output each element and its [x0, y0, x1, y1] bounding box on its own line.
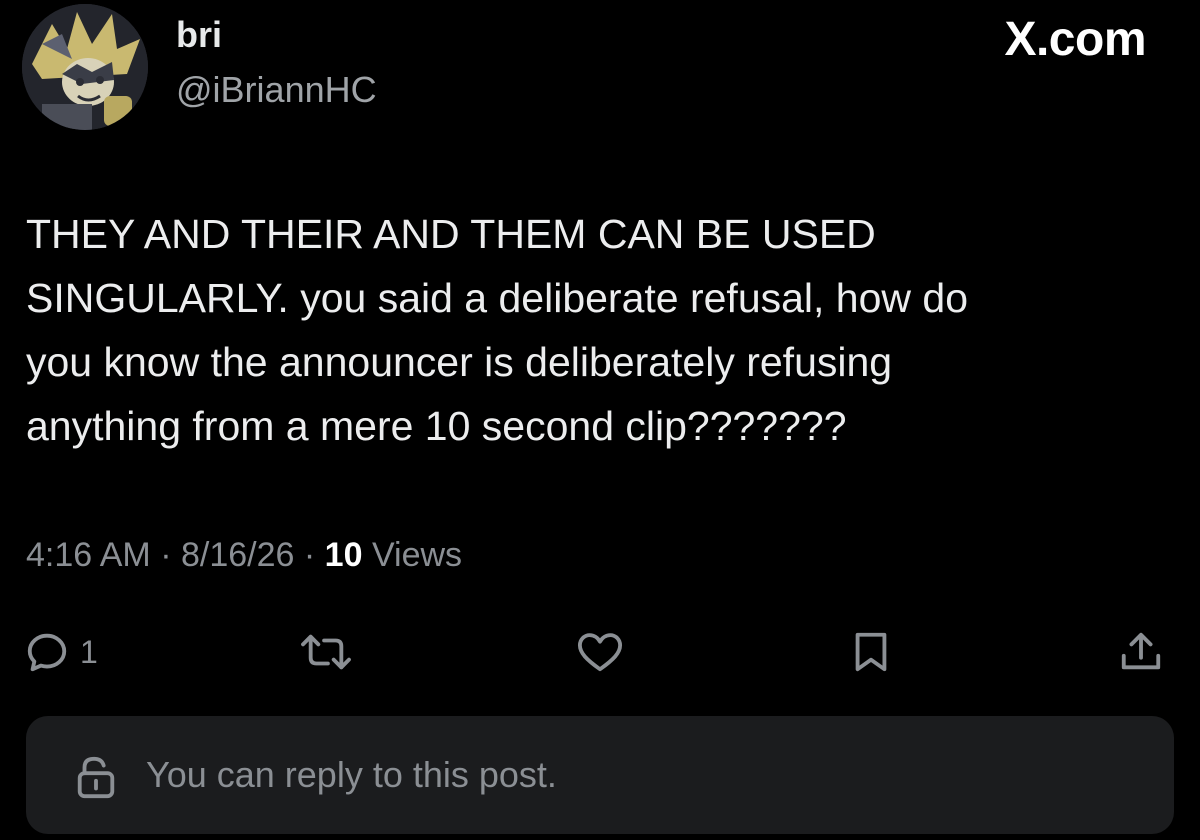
repost-icon	[301, 634, 351, 670]
share-icon	[1121, 632, 1161, 670]
post-meta: 4:16 AM · 8/16/26 · 10 Views	[26, 536, 462, 575]
avatar[interactable]	[22, 4, 148, 130]
post-text: THEY AND THEIR AND THEM CAN BE USED SING…	[26, 211, 969, 449]
meta-separator: ·	[160, 536, 172, 574]
bookmark-button[interactable]	[850, 620, 892, 684]
post-time[interactable]: 4:16 AM	[26, 536, 151, 574]
views-label: Views	[371, 536, 463, 574]
reply-placeholder: You can reply to this post.	[146, 754, 557, 795]
reply-icon	[27, 633, 67, 672]
brand-logo: X.com	[1004, 13, 1146, 66]
author-handle[interactable]: @iBriannHC	[176, 69, 377, 111]
reply-button[interactable]: 1	[24, 620, 98, 684]
views-count: 10	[324, 536, 363, 574]
repost-button[interactable]	[298, 620, 354, 684]
like-button[interactable]	[574, 620, 626, 684]
reply-count: 1	[80, 633, 98, 670]
avatar-image	[22, 4, 148, 130]
heart-icon	[577, 633, 623, 672]
share-button[interactable]	[1118, 620, 1164, 684]
reply-composer[interactable]: You can reply to this post.	[26, 716, 1174, 834]
bookmark-icon	[855, 632, 887, 672]
meta-separator: ·	[303, 536, 316, 574]
unlock-icon	[77, 756, 115, 799]
post-date[interactable]: 8/16/26	[181, 536, 294, 574]
action-bar: 1	[0, 620, 1200, 684]
author-display-name[interactable]: bri	[176, 14, 222, 56]
